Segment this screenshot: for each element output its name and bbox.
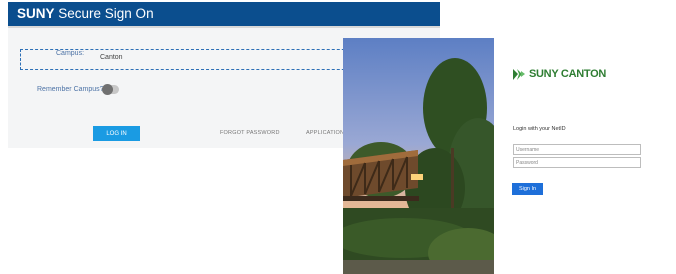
campus-value[interactable]: Canton: [100, 54, 123, 61]
campus-label: Campus:: [56, 50, 85, 57]
sign-in-button[interactable]: Sign In: [512, 183, 543, 195]
suny-canton-login-window: SUNY CANTON Login with your NetID Sign I…: [343, 38, 676, 274]
campus-bridge-photo: [343, 38, 494, 274]
username-field[interactable]: [513, 144, 641, 155]
sso-title: SUNY Secure Sign On: [17, 6, 154, 21]
sso-header: SUNY Secure Sign On: [8, 2, 440, 28]
toggle-knob: [102, 84, 113, 95]
remember-campus-label: Remember Campus?: [37, 86, 104, 93]
password-field[interactable]: [513, 157, 641, 168]
application-link[interactable]: APPLICATION: [306, 130, 344, 136]
suny-canton-logo: SUNY CANTON: [512, 67, 606, 81]
brand-text: SUNY CANTON: [529, 68, 606, 80]
login-prompt: Login with your NetID: [513, 126, 566, 132]
login-button[interactable]: LOG IN: [93, 126, 140, 141]
canton-logo-icon: [513, 69, 525, 80]
forgot-password-link[interactable]: FORGOT PASSWORD: [220, 130, 280, 136]
remember-campus-toggle[interactable]: [102, 84, 119, 95]
